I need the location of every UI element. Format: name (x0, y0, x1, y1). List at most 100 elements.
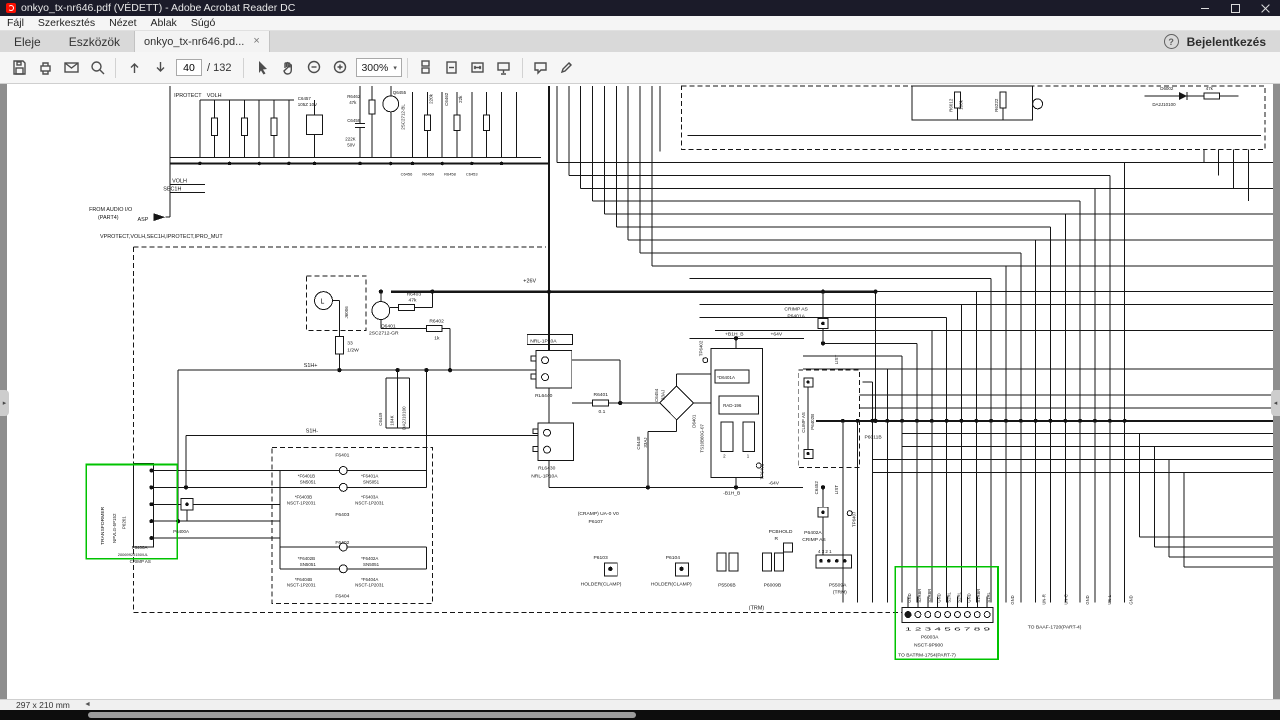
zoom-in-icon (333, 60, 347, 74)
print-icon (39, 62, 51, 75)
schematic-label: S1RL (986, 592, 991, 603)
schematic-label: R6458 (444, 171, 456, 176)
schematic-label: 20069925150/UL (118, 552, 149, 557)
menu-item-file[interactable]: Fájl (0, 17, 31, 29)
schematic-label: 33AJ (643, 437, 648, 447)
schematic-label: 22k (458, 95, 463, 103)
menu-item-view[interactable]: Nézet (102, 17, 143, 29)
fit-width-icon (471, 62, 485, 73)
schematic-label: 50V (347, 143, 355, 148)
zoom-in-button[interactable] (327, 55, 353, 81)
schematic-label: F6401 (335, 453, 349, 459)
schematic-label: L (321, 299, 325, 306)
scrollbar-thumb[interactable] (88, 712, 636, 718)
schematic-label: P6011B (865, 435, 883, 441)
schematic-label: UN-C (1063, 594, 1068, 604)
schematic-label: (CRAMP) UA-0 V0 (578, 511, 619, 517)
tab-home[interactable]: Eleje (0, 31, 55, 52)
pdf-page[interactable]: IPROTECT VOLH C6457 105Z 10V R6462 47k C6459 22… (7, 84, 1273, 700)
zoom-level-dropdown[interactable]: 300% ▾ (356, 58, 402, 77)
schematic-label: P6402A (804, 530, 822, 536)
maximize-button[interactable] (1220, 0, 1250, 16)
previous-page-button[interactable] (121, 55, 147, 81)
document-tab-label: onkyo_tx-nr646.pd... (144, 35, 245, 48)
minimize-button[interactable] (1190, 0, 1220, 16)
schematic-label: 47k (409, 298, 417, 304)
comment-button[interactable] (528, 55, 554, 81)
horizontal-scrollbar[interactable] (0, 710, 1280, 720)
schematic-label: *F6404A (361, 577, 378, 582)
page-count-label: / 132 (207, 61, 232, 74)
email-button[interactable] (58, 55, 84, 81)
next-page-button[interactable] (147, 55, 173, 81)
acrobat-logo-icon (6, 3, 16, 13)
schematic-label: (TRM) (833, 590, 847, 596)
schematic-label: 1 2 3 4 5 6 7 8 9 (905, 626, 991, 632)
schematic-label: VPROTECT,VOLH,SEC1H,IPROTECT,IPRO_MUT (100, 234, 223, 240)
schematic-label: CRIMP AS (784, 307, 808, 313)
schematic-label: C6456 (401, 171, 413, 176)
page-number-input[interactable] (176, 59, 202, 76)
schematic-label: TP6402 (698, 340, 703, 356)
schematic-label: C6452 (814, 481, 819, 495)
sign-in-button[interactable]: Bejelentkezés (1187, 35, 1266, 49)
schematic-label: +26V (523, 279, 536, 285)
continuous-scroll-button[interactable] (413, 55, 439, 81)
schematic-label: LIST (834, 485, 839, 495)
toolbar-separator (406, 57, 408, 78)
schematic-canvas: IPROTECT VOLH C6457105Z 10VR646247kC645922… (85, 85, 1273, 661)
schematic-label: -64V (769, 480, 780, 486)
search-button[interactable] (84, 55, 110, 81)
schematic-label: P6103 (594, 555, 608, 561)
zoom-level-value: 300% (361, 61, 389, 74)
schematic-label: TO BATRM-1754(PART-7) (898, 652, 956, 658)
menu-item-edit[interactable]: Szerkesztés (31, 17, 102, 29)
menu-item-help[interactable]: Súgó (184, 17, 223, 29)
tab-document[interactable]: onkyo_tx-nr646.pd... × (134, 31, 270, 52)
toolbar-separator (243, 57, 245, 78)
schematic-label: C6449 (378, 412, 383, 426)
highlight-button[interactable] (554, 55, 580, 81)
schematic-label: GND (937, 593, 942, 602)
left-panel-toggle[interactable]: ▸ (0, 390, 9, 416)
hand-tool-button[interactable] (275, 55, 301, 81)
right-panel-toggle[interactable]: ◂ (1271, 390, 1280, 416)
main-toolbar: / 132 300% ▾ (0, 52, 1280, 84)
fit-width-button[interactable] (465, 55, 491, 81)
single-page-button[interactable] (439, 55, 465, 81)
schematic-label: HOLDER(CLAMP) (651, 582, 692, 588)
schematic-label: SEC1H (163, 186, 181, 192)
schematic-label: R6462 (347, 94, 361, 99)
tab-close-icon[interactable]: × (253, 36, 259, 47)
schematic-label: SN5051 (300, 479, 317, 484)
tab-tools[interactable]: Eszközök (55, 31, 134, 52)
scroll-left-arrow-icon[interactable]: ◄ (84, 701, 91, 708)
schematic-label: D6401 (691, 414, 696, 428)
read-mode-button[interactable] (491, 55, 517, 81)
read-mode-icon (497, 62, 511, 75)
schematic-label: C6453 (466, 171, 478, 176)
schematic-label: NRL-1P10A (530, 338, 557, 344)
menu-item-window[interactable]: Ablak (144, 17, 184, 29)
schematic-label: S1RBR (976, 589, 981, 603)
schematic-label: F6403 (335, 512, 349, 518)
schematic-label: IPROTECT (174, 93, 202, 99)
schematic-label: S1H+ (304, 363, 318, 369)
schematic-label: C6457 (298, 96, 312, 101)
close-button[interactable] (1250, 0, 1280, 16)
highlight-annotations[interactable] (85, 463, 999, 661)
help-icon[interactable]: ? (1163, 34, 1179, 49)
schematic-label: SN5051 (363, 479, 380, 484)
zoom-out-button[interactable] (301, 55, 327, 81)
save-button[interactable] (6, 55, 32, 81)
schematic-label: 4 3 2 1 (818, 549, 832, 554)
schematic-label: *F6403A (361, 494, 378, 499)
schematic-label: NPVLG-5P152 (112, 513, 117, 543)
junction-dots (149, 161, 1127, 572)
schematic-label: 47k (1206, 86, 1214, 91)
print-button[interactable] (32, 55, 58, 81)
schematic-label: 220k (428, 93, 433, 103)
select-tool-button[interactable] (249, 55, 275, 81)
schematic-label: GND (1010, 595, 1015, 604)
schematic-label: GND (907, 593, 912, 602)
